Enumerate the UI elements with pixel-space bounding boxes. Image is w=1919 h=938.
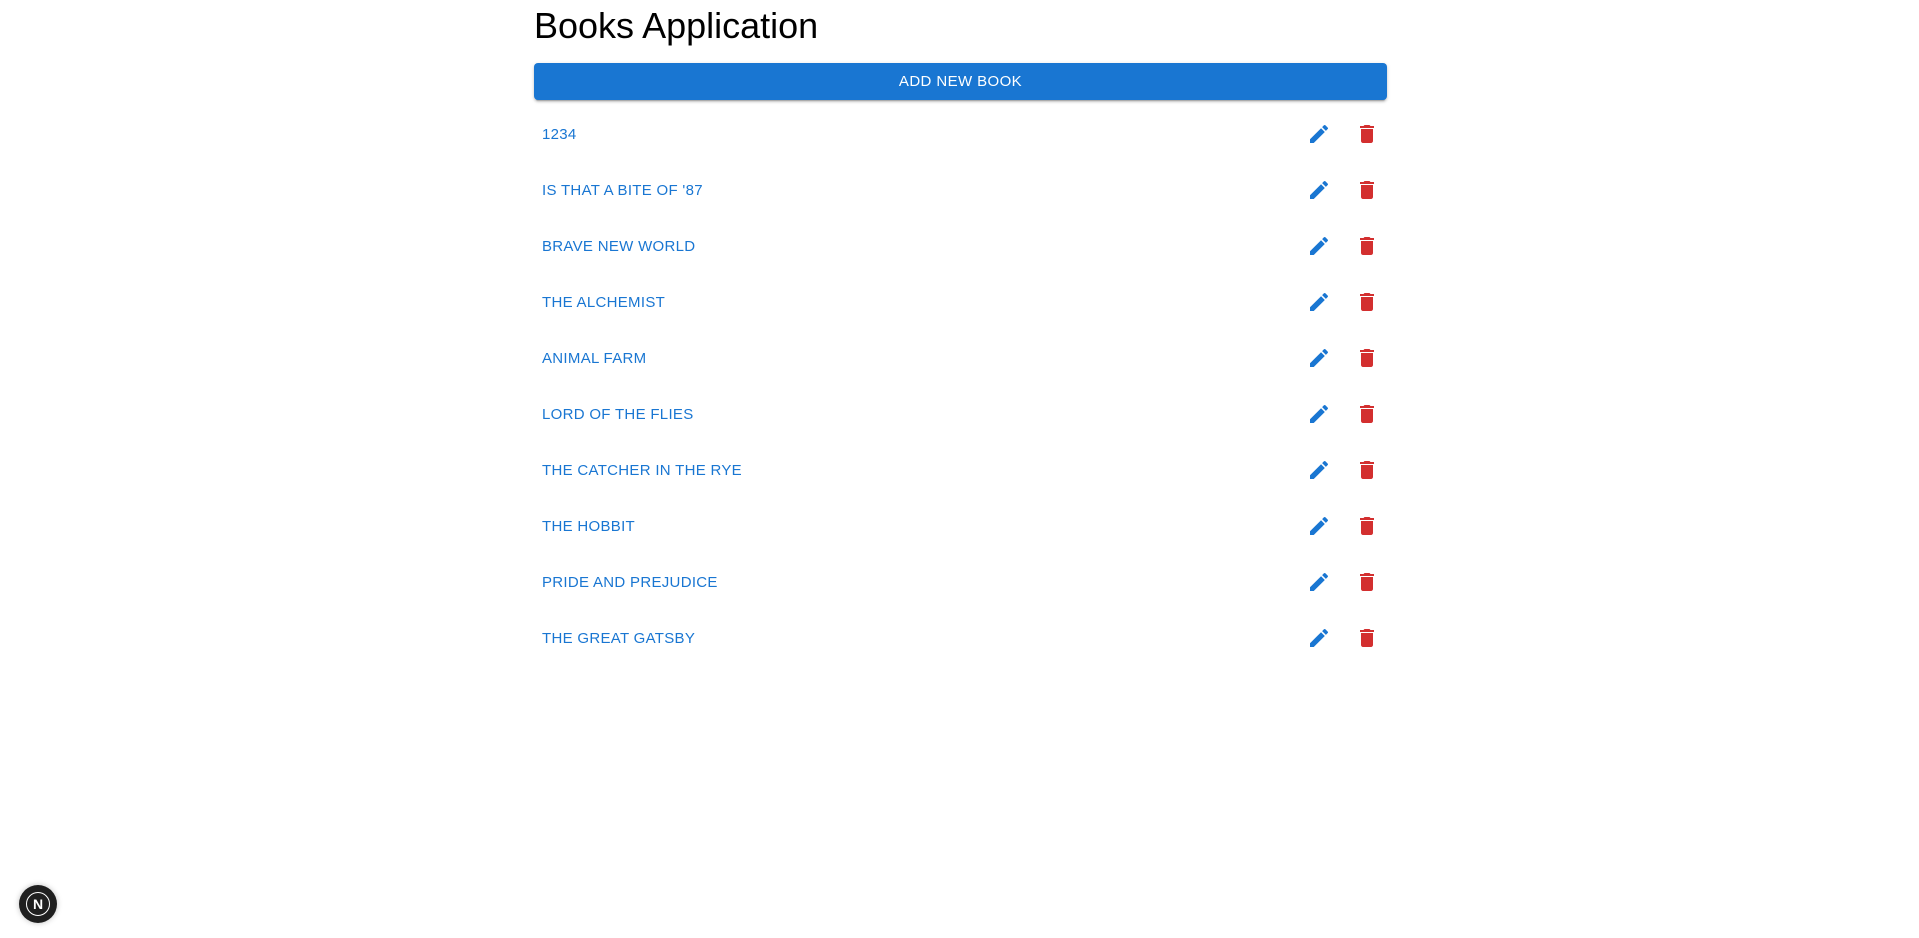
nextjs-dev-indicator-button[interactable]: N: [19, 885, 57, 923]
delete-button[interactable]: [1347, 562, 1387, 602]
trash-icon: [1360, 237, 1374, 255]
edit-button[interactable]: [1299, 170, 1339, 210]
book-title-link[interactable]: IS THAT A BITE OF '87: [542, 178, 703, 203]
row-actions: [1299, 610, 1387, 666]
delete-button[interactable]: [1347, 450, 1387, 490]
pencil-icon: [1310, 348, 1329, 367]
row-actions: [1299, 554, 1387, 610]
edit-button[interactable]: [1299, 618, 1339, 658]
row-actions: [1299, 498, 1387, 554]
pencil-icon: [1310, 404, 1329, 423]
trash-icon: [1360, 461, 1374, 479]
delete-button[interactable]: [1347, 282, 1387, 322]
list-item: 1234: [534, 106, 1387, 162]
book-title-link[interactable]: ANIMAL FARM: [542, 346, 646, 371]
row-actions: [1299, 162, 1387, 218]
delete-button[interactable]: [1347, 114, 1387, 154]
pencil-icon: [1310, 180, 1329, 199]
trash-icon: [1360, 629, 1374, 647]
trash-icon: [1360, 573, 1374, 591]
row-actions: [1299, 106, 1387, 162]
row-actions: [1299, 274, 1387, 330]
pencil-icon: [1310, 124, 1329, 143]
pencil-icon: [1310, 292, 1329, 311]
row-actions: [1299, 386, 1387, 442]
list-item: THE ALCHEMIST: [534, 274, 1387, 330]
trash-icon: [1360, 349, 1374, 367]
edit-button[interactable]: [1299, 114, 1339, 154]
edit-button[interactable]: [1299, 562, 1339, 602]
trash-icon: [1360, 181, 1374, 199]
book-title-link[interactable]: THE HOBBIT: [542, 514, 635, 539]
book-title-link[interactable]: BRAVE NEW WORLD: [542, 234, 695, 259]
book-title-link[interactable]: THE GREAT GATSBY: [542, 626, 695, 651]
book-title-link[interactable]: 1234: [542, 122, 577, 147]
book-title-link[interactable]: THE ALCHEMIST: [542, 290, 665, 315]
nextjs-logo-icon: N: [26, 892, 50, 916]
trash-icon: [1360, 125, 1374, 143]
delete-button[interactable]: [1347, 394, 1387, 434]
book-title-link[interactable]: THE CATCHER IN THE RYE: [542, 458, 742, 483]
delete-button[interactable]: [1347, 338, 1387, 378]
list-item: THE HOBBIT: [534, 498, 1387, 554]
books-app: Books Application ADD NEW BOOK 1234 IS T…: [534, 0, 1387, 666]
delete-button[interactable]: [1347, 226, 1387, 266]
pencil-icon: [1310, 628, 1329, 647]
trash-icon: [1360, 517, 1374, 535]
add-new-book-button[interactable]: ADD NEW BOOK: [534, 63, 1387, 100]
page-title: Books Application: [534, 5, 819, 46]
delete-button[interactable]: [1347, 506, 1387, 546]
book-list: 1234 IS THAT A BITE OF '87 BRAVE NEW WOR…: [534, 106, 1387, 666]
edit-button[interactable]: [1299, 282, 1339, 322]
pencil-icon: [1310, 460, 1329, 479]
trash-icon: [1360, 293, 1374, 311]
edit-button[interactable]: [1299, 394, 1339, 434]
list-item: ANIMAL FARM: [534, 330, 1387, 386]
pencil-icon: [1310, 572, 1329, 591]
edit-button[interactable]: [1299, 506, 1339, 546]
trash-icon: [1360, 405, 1374, 423]
book-title-link[interactable]: LORD OF THE FLIES: [542, 402, 694, 427]
book-title-link[interactable]: PRIDE AND PREJUDICE: [542, 570, 718, 595]
pencil-icon: [1310, 516, 1329, 535]
edit-button[interactable]: [1299, 226, 1339, 266]
delete-button[interactable]: [1347, 618, 1387, 658]
list-item: LORD OF THE FLIES: [534, 386, 1387, 442]
edit-button[interactable]: [1299, 338, 1339, 378]
edit-button[interactable]: [1299, 450, 1339, 490]
list-item: PRIDE AND PREJUDICE: [534, 554, 1387, 610]
pencil-icon: [1310, 236, 1329, 255]
delete-button[interactable]: [1347, 170, 1387, 210]
list-item: THE GREAT GATSBY: [534, 610, 1387, 666]
row-actions: [1299, 442, 1387, 498]
row-actions: [1299, 218, 1387, 274]
list-item: IS THAT A BITE OF '87: [534, 162, 1387, 218]
list-item: THE CATCHER IN THE RYE: [534, 442, 1387, 498]
row-actions: [1299, 330, 1387, 386]
list-item: BRAVE NEW WORLD: [534, 218, 1387, 274]
